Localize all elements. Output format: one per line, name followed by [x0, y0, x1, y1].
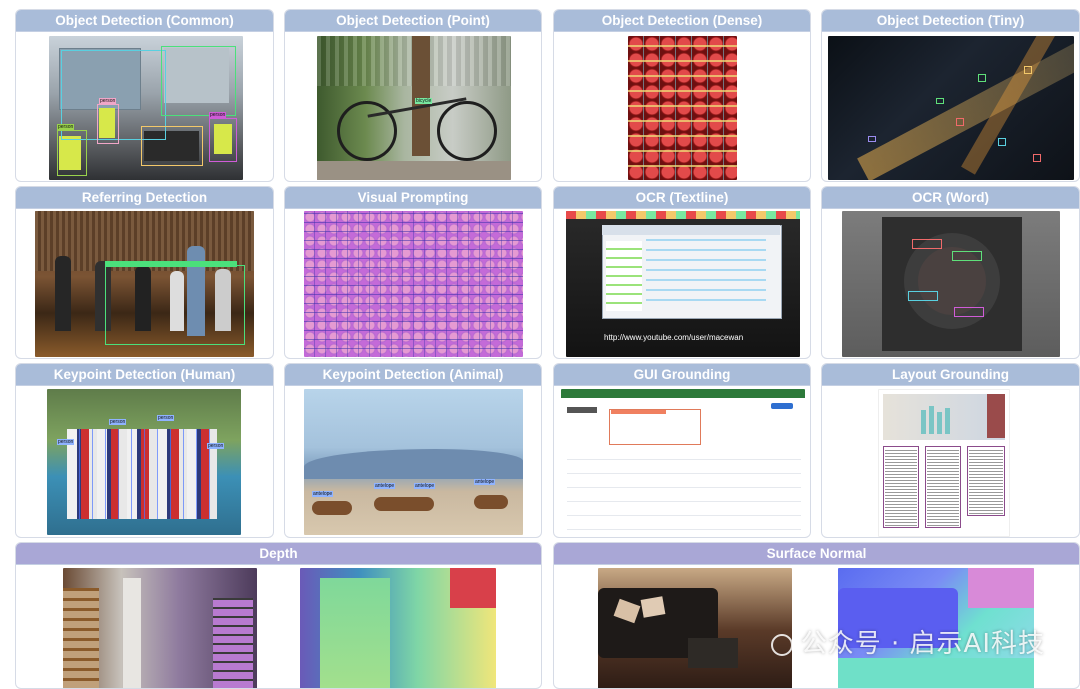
image-document-layout [878, 389, 1010, 537]
wechat-icon [770, 633, 793, 656]
image-manhole-cover [842, 211, 1060, 357]
image-store-interior [63, 568, 257, 688]
panel-object-detection-tiny: Object Detection (Tiny) [821, 9, 1080, 182]
panel-layout-grounding: Layout Grounding [821, 363, 1080, 538]
panel-title: Object Detection (Common) [16, 10, 273, 32]
keypoint-label: person [207, 443, 225, 449]
image-living-room [598, 568, 792, 688]
keypoint-label: person [57, 439, 75, 445]
watermark-text: 公众号 · 启示AI科技 [800, 629, 1045, 659]
panel-surface-normal: Surface Normal 公众号 · 启示AI科技 [553, 542, 1080, 689]
panel-title: Referring Detection [16, 187, 273, 209]
image-stage-group [35, 211, 254, 357]
image-night-highway [828, 36, 1074, 180]
panel-gui-grounding: GUI Grounding [553, 363, 811, 538]
panel-ocr-textline: OCR (Textline) http://www.youtube.com/us… [553, 186, 811, 359]
panel-title: Layout Grounding [822, 364, 1079, 386]
image-github-screenshot [561, 389, 805, 535]
image-depth-map [300, 568, 496, 688]
panel-title: Object Detection (Tiny) [822, 10, 1079, 32]
panel-object-detection-point: Object Detection (Point) bicycle [284, 9, 542, 182]
watermark: 公众号 · 启示AI科技 [770, 623, 1045, 660]
panel-object-detection-common: Object Detection (Common) person person … [15, 9, 274, 182]
panel-visual-prompting: Visual Prompting [284, 186, 542, 359]
image-pomegranates [628, 36, 737, 180]
panel-keypoint-human: Keypoint Detection (Human) person person… [15, 363, 274, 538]
keypoint-label: antelope [414, 483, 436, 489]
panel-keypoint-animal: Keypoint Detection (Animal) antelope ant… [284, 363, 542, 538]
panel-ocr-word: OCR (Word) [821, 186, 1080, 359]
panel-title: Visual Prompting [285, 187, 541, 209]
panel-title: Keypoint Detection (Human) [16, 364, 273, 386]
detection-label: person [57, 124, 75, 130]
detection-label: person [209, 112, 227, 118]
panel-title: Depth [16, 543, 541, 565]
image-cell-microscopy [304, 211, 523, 357]
image-bicycle: bicycle [317, 36, 511, 180]
panel-title: OCR (Word) [822, 187, 1079, 209]
keypoint-label: antelope [474, 479, 496, 485]
keypoint-label: person [157, 415, 175, 421]
panel-title: Object Detection (Dense) [554, 10, 810, 32]
detection-label: bicycle [415, 98, 433, 104]
keypoint-label: person [109, 419, 127, 425]
panel-object-detection-dense: Object Detection (Dense) [553, 9, 811, 182]
keypoint-label: antelope [374, 483, 396, 489]
image-kids-group: person person person person [47, 389, 241, 535]
panel-depth: Depth [15, 542, 542, 689]
image-antelopes: antelope antelope antelope antelope [304, 389, 523, 535]
panel-title: Surface Normal [554, 543, 1079, 565]
image-screen-photo: http://www.youtube.com/user/macewan [566, 211, 800, 357]
panel-title: GUI Grounding [554, 364, 810, 386]
panel-title: Object Detection (Point) [285, 10, 541, 32]
image-airport-workers: person person person [49, 36, 243, 180]
keypoint-label: antelope [312, 491, 334, 497]
detection-label: person [99, 98, 117, 104]
panel-title: OCR (Textline) [554, 187, 810, 209]
panel-referring-detection: Referring Detection [15, 186, 274, 359]
url-caption: http://www.youtube.com/user/macewan [604, 333, 744, 342]
panel-title: Keypoint Detection (Animal) [285, 364, 541, 386]
